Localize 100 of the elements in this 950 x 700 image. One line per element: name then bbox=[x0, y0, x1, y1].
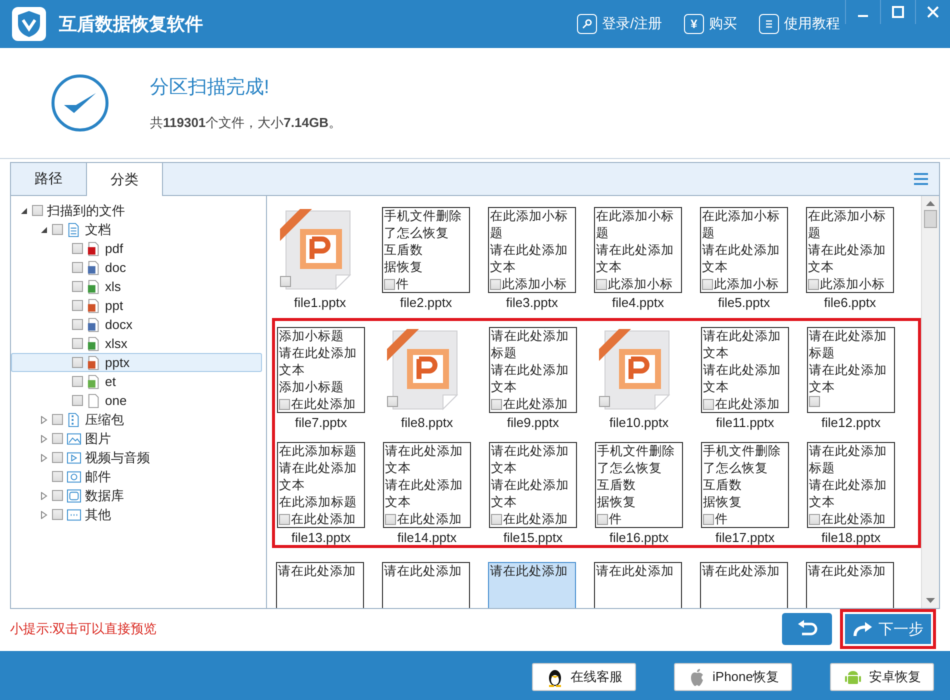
checkbox[interactable] bbox=[808, 279, 819, 290]
back-button[interactable] bbox=[782, 613, 832, 645]
file-thumbnail[interactable]: 请在此处添加 bbox=[594, 562, 682, 608]
checkbox[interactable] bbox=[52, 433, 63, 444]
file-name: file1.pptx bbox=[294, 295, 346, 310]
checkbox[interactable] bbox=[279, 514, 290, 525]
tree-item[interactable]: docx bbox=[11, 315, 262, 334]
file-thumbnail[interactable]: 请在此处添加 标题 请在此处添加 文本 在此处添加 bbox=[489, 327, 577, 413]
preview-text: 文本 bbox=[808, 259, 835, 276]
checkbox[interactable] bbox=[599, 396, 610, 407]
file-thumbnail[interactable]: 请在此处添加 bbox=[700, 562, 788, 608]
tree-item[interactable]: xls bbox=[11, 277, 262, 296]
menu-icon[interactable] bbox=[913, 172, 929, 186]
file-thumbnail[interactable]: 在此添加小标 题 请在此处添加 文本 此添加小标 bbox=[700, 207, 788, 293]
checkbox[interactable] bbox=[596, 279, 607, 290]
file-thumbnail[interactable]: 手机文件删除 了怎么恢复 互盾数 据恢复 件 bbox=[595, 442, 683, 528]
expanded-arrow-icon[interactable] bbox=[20, 206, 28, 214]
checkbox[interactable] bbox=[52, 509, 63, 520]
file-thumbnail[interactable]: 请在此处添加 标题 请在此处添加 文本 bbox=[807, 327, 895, 413]
footer-button[interactable]: 在线客服 bbox=[532, 663, 636, 691]
file-thumbnail[interactable]: 请在此处添加 bbox=[276, 562, 364, 608]
scrollbar[interactable] bbox=[921, 196, 939, 608]
checkbox[interactable] bbox=[702, 279, 713, 290]
tree-item[interactable]: ppt bbox=[11, 296, 262, 315]
footer-button[interactable]: iPhone恢复 bbox=[674, 663, 792, 691]
file-thumbnail[interactable]: 请在此处添加 bbox=[488, 562, 576, 608]
scroll-down-icon[interactable] bbox=[926, 598, 935, 604]
checkbox[interactable] bbox=[52, 471, 63, 482]
collapsed-arrow-icon[interactable] bbox=[40, 434, 48, 442]
tree-item[interactable]: et bbox=[11, 372, 262, 391]
collapsed-arrow-icon[interactable] bbox=[40, 454, 48, 462]
file-thumbnail[interactable]: 在此添加小标 题 请在此处添加 文本 此添加小标 bbox=[806, 207, 894, 293]
checkbox[interactable] bbox=[52, 414, 63, 425]
scroll-up-icon[interactable] bbox=[926, 200, 935, 206]
preview-text: 请在此处添加 bbox=[491, 328, 570, 345]
next-button[interactable]: 下一步 bbox=[845, 614, 931, 644]
expanded-arrow-icon[interactable] bbox=[40, 226, 48, 234]
tree-item[interactable]: 文档 bbox=[11, 220, 262, 239]
checkbox[interactable] bbox=[72, 357, 83, 368]
checkbox[interactable] bbox=[72, 319, 83, 330]
collapsed-arrow-icon[interactable] bbox=[40, 492, 48, 500]
header-link[interactable]: 登录/注册 bbox=[577, 14, 662, 34]
checkbox[interactable] bbox=[491, 514, 502, 525]
header-link[interactable]: 使用教程 bbox=[759, 14, 840, 34]
file-thumbnail[interactable]: 请在此处添加 文本 请在此处添加 文本 在此处添加 bbox=[489, 442, 577, 528]
tree-item[interactable]: 视频与音频 bbox=[11, 448, 262, 467]
checkbox[interactable] bbox=[597, 514, 608, 525]
checkbox[interactable] bbox=[385, 514, 396, 525]
checkbox[interactable] bbox=[279, 399, 290, 410]
checkbox[interactable] bbox=[72, 376, 83, 387]
collapsed-arrow-icon[interactable] bbox=[40, 416, 48, 424]
checkbox[interactable] bbox=[72, 243, 83, 254]
tree-item[interactable]: 图片 bbox=[11, 429, 262, 448]
tree-item[interactable]: 扫描到的文件 bbox=[11, 201, 262, 220]
file-thumbnail[interactable]: 请在此处添加 bbox=[806, 562, 894, 608]
checkbox[interactable] bbox=[72, 338, 83, 349]
preview-text: 请在此处添加 bbox=[703, 328, 782, 345]
file-thumbnail[interactable]: 请在此处添加 bbox=[382, 562, 470, 608]
tree-item[interactable]: one bbox=[11, 391, 262, 410]
checkbox[interactable] bbox=[72, 281, 83, 292]
tree-item[interactable]: pdf bbox=[11, 239, 262, 258]
collapsed-arrow-icon[interactable] bbox=[40, 510, 48, 518]
header-link[interactable]: ¥ 购买 bbox=[684, 14, 737, 34]
file-thumbnail[interactable]: 请在此处添加 标题 请在此处添加 文本 在此处添加 bbox=[807, 442, 895, 528]
file-thumbnail[interactable]: 手机文件删除 了怎么恢复 互盾数 据恢复 件 bbox=[701, 442, 789, 528]
checkbox[interactable] bbox=[703, 399, 714, 410]
tree-item[interactable]: 邮件 bbox=[11, 467, 262, 486]
scroll-thumb[interactable] bbox=[924, 210, 937, 228]
file-thumbnail[interactable]: 在此添加标题 请在此处添加 文本 在此添加标题 在此处添加 bbox=[277, 442, 365, 528]
checkbox[interactable] bbox=[72, 395, 83, 406]
file-thumbnail[interactable]: 添加小标题 请在此处添加 文本 添加小标题 在此处添加 bbox=[277, 327, 365, 413]
checkbox[interactable] bbox=[32, 205, 43, 216]
file-thumbnail[interactable]: 请在此处添加 文本 请在此处添加 文本 在此处添加 bbox=[383, 442, 471, 528]
checkbox[interactable] bbox=[52, 452, 63, 463]
tree-item[interactable]: 压缩包 bbox=[11, 410, 262, 429]
tree-item[interactable]: xlsx bbox=[11, 334, 262, 353]
checkbox[interactable] bbox=[809, 396, 820, 407]
checkbox[interactable] bbox=[491, 399, 502, 410]
checkbox[interactable] bbox=[703, 514, 714, 525]
checkbox[interactable] bbox=[52, 490, 63, 501]
file-thumbnail[interactable]: 在此添加小标 题 请在此处添加 文本 此添加小标 bbox=[488, 207, 576, 293]
tree-item[interactable]: doc bbox=[11, 258, 262, 277]
file-thumbnail[interactable]: 请在此处添加 文本 请在此处添加 文本 在此处添加 bbox=[701, 327, 789, 413]
file-thumbnail[interactable]: 在此添加小标 题 请在此处添加 文本 此添加小标 bbox=[594, 207, 682, 293]
tab[interactable]: 分类 bbox=[87, 163, 163, 196]
checkbox[interactable] bbox=[490, 279, 501, 290]
checkbox[interactable] bbox=[387, 396, 398, 407]
checkbox[interactable] bbox=[384, 279, 395, 290]
preview-text: 此添加小标 bbox=[820, 276, 885, 292]
tree-item[interactable]: 数据库 bbox=[11, 486, 262, 505]
checkbox[interactable] bbox=[72, 300, 83, 311]
tree-item[interactable]: 其他 bbox=[11, 505, 262, 524]
checkbox[interactable] bbox=[809, 514, 820, 525]
file-name: file5.pptx bbox=[718, 295, 770, 310]
checkbox[interactable] bbox=[72, 262, 83, 273]
file-thumbnail[interactable]: 手机文件删除 了怎么恢复 互盾数 据恢复 件 bbox=[382, 207, 470, 293]
footer-button[interactable]: 安卓恢复 bbox=[830, 663, 934, 691]
checkbox[interactable] bbox=[280, 276, 291, 287]
tree-item[interactable]: pptx bbox=[11, 353, 262, 372]
checkbox[interactable] bbox=[52, 224, 63, 235]
